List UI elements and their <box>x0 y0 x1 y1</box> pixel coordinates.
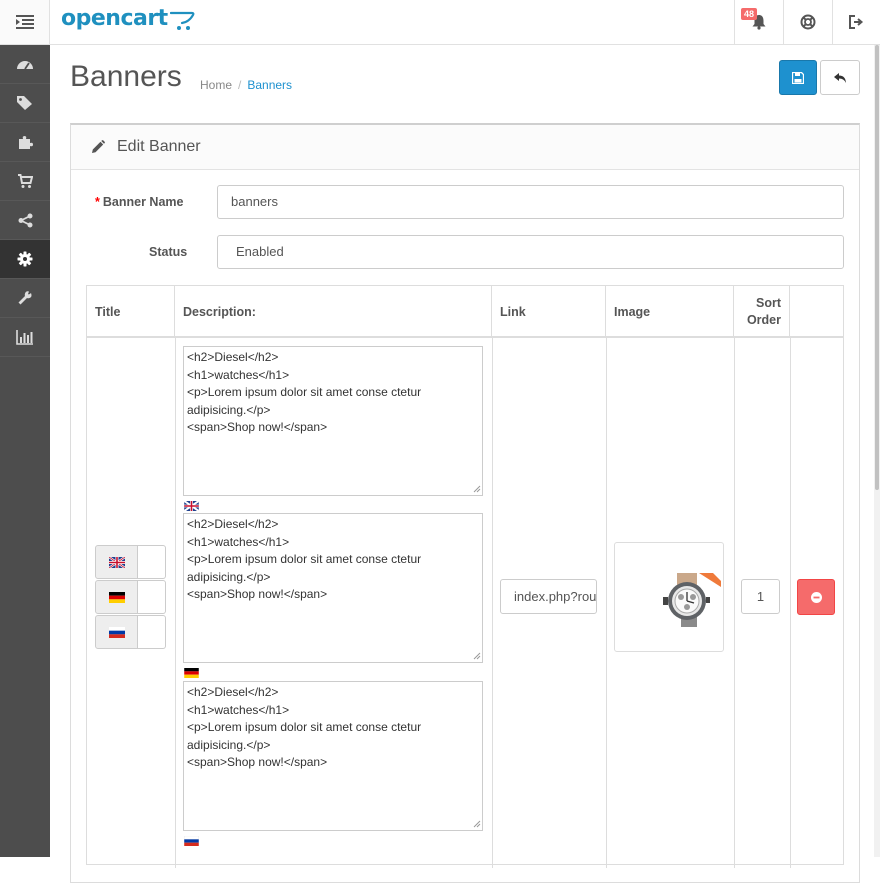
logo-text: opencart <box>61 6 168 31</box>
back-button[interactable] <box>820 60 860 95</box>
puzzle-icon <box>19 136 33 149</box>
status-select[interactable]: Enabled <box>217 235 844 269</box>
column-header-description: Description: <box>175 286 492 338</box>
opencart-logo[interactable]: opencart <box>61 6 196 31</box>
status-label: Status <box>149 245 188 259</box>
tags-icon <box>17 96 32 110</box>
sidebar-item-tools[interactable] <box>0 279 50 318</box>
resize-grip-icon[interactable] <box>472 651 481 660</box>
sort-order-input[interactable]: 1 <box>741 579 780 614</box>
breadcrumb-current-link[interactable]: Banners <box>247 78 292 92</box>
title-input-group-en <box>95 545 166 579</box>
sidebar-item-system[interactable] <box>0 240 50 279</box>
top-header: opencart 48 <box>0 0 880 45</box>
breadcrumb: Home / Banners <box>200 78 293 92</box>
flag-de-icon <box>95 580 138 614</box>
sidebar-item-reports[interactable] <box>0 318 50 357</box>
breadcrumb-home-link[interactable]: Home <box>200 78 232 92</box>
sidebar-item-catalog[interactable] <box>0 84 50 123</box>
resize-grip-icon[interactable] <box>472 819 481 828</box>
resize-grip-icon[interactable] <box>472 484 481 493</box>
description-textarea-de[interactable]: <h2>Diesel</h2> <h1>watches</h1> <p>Lore… <box>183 513 483 663</box>
cart-icon <box>18 173 33 188</box>
life-ring-icon <box>800 14 815 30</box>
remove-banner-image-button[interactable] <box>797 579 835 615</box>
minus-circle-icon <box>810 591 822 603</box>
sidebar-item-dashboard[interactable] <box>0 45 50 84</box>
title-input-ru[interactable] <box>138 615 166 649</box>
scrollbar-thumb[interactable] <box>875 45 879 490</box>
sign-out-icon <box>849 15 864 29</box>
save-button[interactable] <box>779 60 817 95</box>
column-header-action <box>790 286 843 338</box>
sidebar-item-sales[interactable] <box>0 162 50 201</box>
sidebar-item-extensions[interactable] <box>0 123 50 162</box>
banner-image-thumbnail[interactable] <box>614 542 724 652</box>
cart-logo-icon <box>169 11 195 30</box>
menu-toggle-button[interactable] <box>0 0 50 44</box>
flag-en-icon <box>95 545 138 579</box>
column-header-title: Title <box>87 286 175 338</box>
banner-name-label: * Banner Name <box>95 195 184 209</box>
title-input-group-de <box>95 580 166 614</box>
column-header-image: Image <box>606 286 734 338</box>
notification-badge: 48 <box>741 8 758 20</box>
share-icon <box>18 213 32 227</box>
banner-name-input[interactable]: banners <box>217 185 844 219</box>
flag-de-icon <box>184 668 199 678</box>
page-scrollbar[interactable] <box>874 45 880 857</box>
sidebar <box>0 45 50 857</box>
dashboard-icon <box>17 61 33 70</box>
wrench-icon <box>18 291 32 305</box>
description-textarea-ru[interactable]: <h2>Diesel</h2> <h1>watches</h1> <p>Lore… <box>183 681 483 831</box>
column-header-sort-order: Sort Order <box>734 286 790 338</box>
panel-title: Edit Banner <box>117 138 201 155</box>
reply-icon <box>834 72 846 83</box>
panel-heading: Edit Banner <box>71 125 859 170</box>
save-icon <box>792 71 804 84</box>
watch-image <box>663 573 721 627</box>
logout-button[interactable] <box>832 0 880 44</box>
pencil-icon <box>92 140 105 153</box>
flag-ru-icon <box>95 615 138 649</box>
flag-en-icon <box>184 501 199 511</box>
flag-ru-icon <box>184 836 199 846</box>
title-input-de[interactable] <box>138 580 166 614</box>
help-button[interactable] <box>783 0 831 44</box>
gear-icon <box>17 251 33 267</box>
sidebar-item-marketing[interactable] <box>0 201 50 240</box>
bar-chart-icon <box>16 329 33 345</box>
link-input[interactable]: index.php?route <box>500 579 597 614</box>
column-header-link: Link <box>492 286 606 338</box>
title-input-en[interactable] <box>138 545 166 579</box>
notifications-button[interactable]: 48 <box>734 0 782 44</box>
menu-indent-icon <box>15 15 34 29</box>
title-input-group-ru <box>95 615 166 649</box>
page-title: Banners <box>70 60 182 93</box>
description-textarea-en[interactable]: <h2>Diesel</h2> <h1>watches</h1> <p>Lore… <box>183 346 483 496</box>
